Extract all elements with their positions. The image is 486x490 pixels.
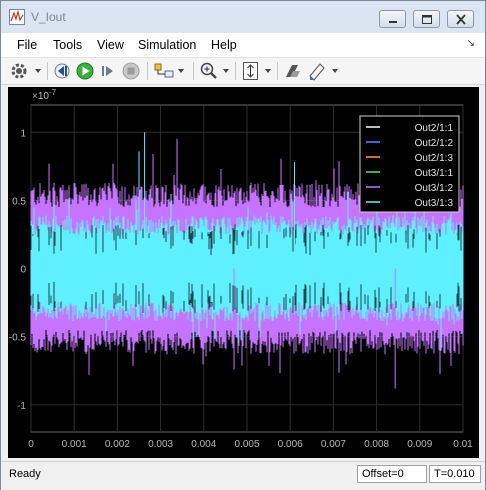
close-icon [456, 14, 466, 25]
window-title: V_Iout [31, 10, 66, 24]
x-tick-label: 0.006 [278, 439, 303, 450]
scope-display[interactable]: 1 0.5 0 -0.5 -1 0 0.001 0.002 0.003 0.004 0.005 0.0… [8, 87, 479, 458]
y-exponent-label: ×10-7 [32, 88, 57, 102]
legend-label: Out3/1:3 [415, 198, 454, 209]
y-tick-label: -1 [17, 401, 26, 412]
revert-icon[interactable] [53, 61, 71, 81]
menu-bar: File Tools View Simulation Help ↘ [1, 33, 485, 58]
x-tick-label: 0.002 [105, 439, 130, 450]
step-forward-icon[interactable] [99, 61, 117, 81]
y-tick-label: 0.5 [12, 196, 26, 207]
maximize-icon [422, 15, 432, 24]
x-tick-label: 0.003 [148, 439, 173, 450]
x-tick-label: 0.004 [191, 439, 216, 450]
y-tick-label: 1 [20, 128, 26, 139]
y-tick-label: -0.5 [9, 333, 27, 344]
run-icon[interactable] [75, 61, 95, 81]
legend-label: Out3/1:1 [415, 168, 454, 179]
x-tick-label: 0.005 [234, 439, 259, 450]
maximize-button[interactable] [413, 10, 440, 28]
title-bar[interactable]: V_Iout [1, 1, 485, 33]
scope-plot[interactable]: 1 0.5 0 -0.5 -1 0 0.001 0.002 0.003 0.004 0.005 0.0… [8, 87, 479, 458]
stop-icon[interactable] [121, 61, 141, 81]
scope-app-icon [9, 9, 25, 25]
menu-tools[interactable]: Tools [53, 38, 82, 52]
legend-label: Out2/1:3 [415, 153, 454, 164]
menu-view[interactable]: View [97, 38, 124, 52]
legend-label: Out2/1:1 [415, 123, 454, 134]
menu-overflow-icon[interactable]: ↘ [467, 38, 475, 49]
status-bar: Ready Offset=0 T=0.010 [1, 461, 485, 490]
close-button[interactable] [447, 10, 474, 28]
x-tick-label: 0.01 [453, 439, 473, 450]
x-tick-label: 0.007 [321, 439, 346, 450]
legend-label: Out3/1:2 [415, 183, 454, 194]
x-tick-label: 0.001 [62, 439, 87, 450]
minimize-icon [389, 21, 397, 23]
signal-select-icon[interactable] [153, 61, 187, 81]
highlight-icon[interactable] [307, 61, 341, 81]
style-icon[interactable] [283, 61, 303, 81]
status-offset: Offset=0 [357, 465, 427, 483]
menu-file[interactable]: File [17, 38, 37, 52]
gear-icon[interactable] [9, 61, 43, 81]
fit-axes-icon[interactable] [241, 61, 275, 81]
y-tick-label: 0 [20, 265, 26, 276]
scope-window: V_Iout File Tools View Simulation Help ↘ [0, 0, 486, 490]
status-ready-text: Ready [9, 468, 41, 480]
x-tick-label: 0.009 [407, 439, 432, 450]
menu-simulation[interactable]: Simulation [138, 38, 196, 52]
x-tick-label: 0 [28, 439, 34, 450]
x-tick-label: 0.008 [364, 439, 389, 450]
zoom-icon[interactable] [199, 61, 233, 81]
minimize-button[interactable] [379, 10, 406, 28]
menu-help[interactable]: Help [211, 38, 237, 52]
toolbar [1, 58, 485, 85]
legend-label: Out2/1:2 [415, 138, 454, 149]
status-time: T=0.010 [429, 465, 481, 483]
